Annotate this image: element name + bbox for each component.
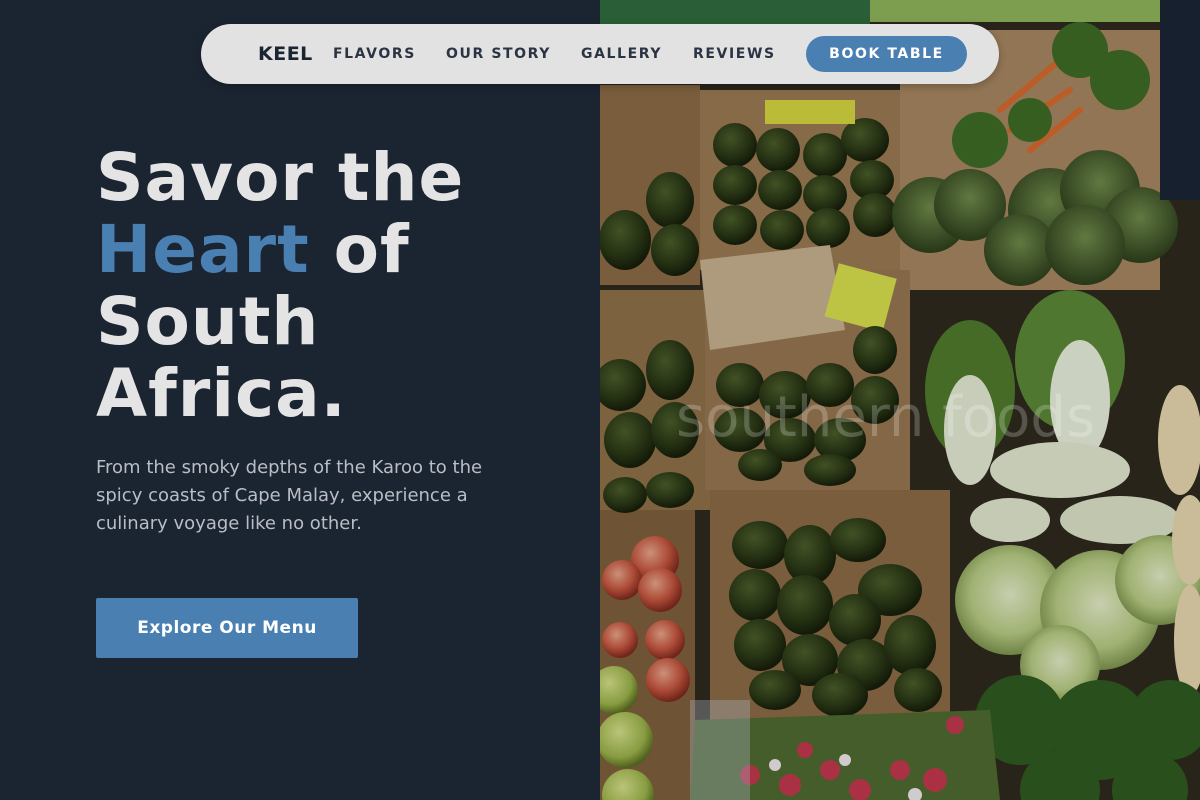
explore-menu-button[interactable]: Explore Our Menu <box>96 598 358 658</box>
nav-link-gallery[interactable]: GALLERY <box>581 46 662 62</box>
book-table-button[interactable]: BOOK TABLE <box>806 36 967 72</box>
hero-title-line1: Savor the <box>96 139 465 216</box>
nav-link-flavors[interactable]: FLAVORS <box>333 46 416 62</box>
nav-link-our-story[interactable]: OUR STORY <box>446 46 551 62</box>
hero-description: From the smoky depths of the Karoo to th… <box>96 457 483 534</box>
navbar: KEEL FLAVORS OUR STORY GALLERY REVIEWS B… <box>201 24 999 84</box>
nav-link-reviews[interactable]: REVIEWS <box>693 46 776 62</box>
hero-title: Savor the Heart of South Africa. <box>96 142 566 430</box>
hero-title-line2-rest: of <box>309 211 410 288</box>
hero-title-line3: South <box>96 283 320 360</box>
image-watermark: southern foods <box>676 385 1096 450</box>
hero-image-produce: southern foods <box>600 0 1200 800</box>
hero-title-line4: Africa. <box>96 355 347 432</box>
logo[interactable]: KEEL <box>258 43 313 65</box>
hero-title-accent: Heart <box>96 211 310 288</box>
